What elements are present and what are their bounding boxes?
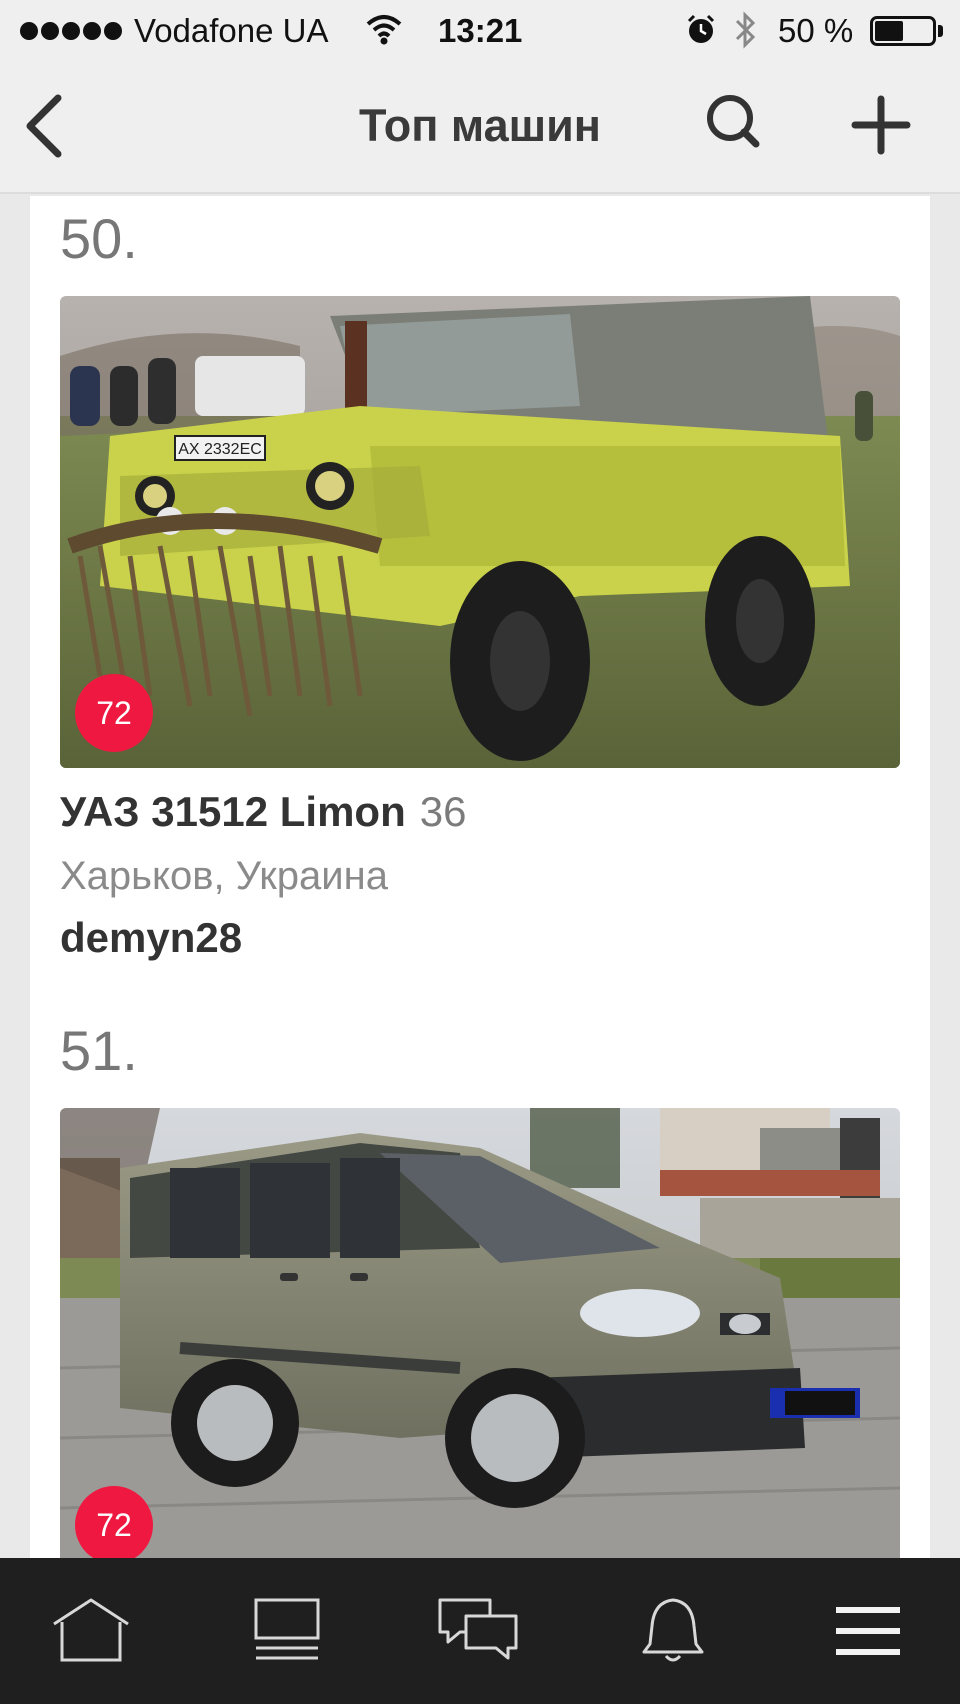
messages-icon[interactable] [436,1596,522,1666]
car-location: Харьков, Украина [60,854,388,898]
battery-percent: 50 % [778,12,854,49]
car-title-row[interactable]: УАЗ 31512 Limon 36 [60,788,466,836]
search-icon[interactable] [700,90,770,160]
car-name[interactable]: УАЗ 31512 Limon [60,788,406,835]
wifi-icon [366,12,402,54]
page-title: Топ машин [359,100,601,151]
rating-badge: 72 [75,1486,153,1558]
car-owner[interactable]: demyn28 [60,914,242,962]
feed-icon[interactable] [244,1596,330,1666]
signal-strength-icon [20,22,122,40]
clock: 13:21 [438,12,523,49]
tab-bar [0,1558,960,1704]
car-count: 36 [419,788,467,835]
car-photo[interactable]: AX 2332EC [60,296,900,768]
license-plate: AX 2332EC [178,441,262,458]
bluetooth-icon [733,10,759,58]
battery-tip [938,25,943,37]
menu-icon[interactable] [828,1596,914,1666]
plus-icon[interactable] [846,90,916,160]
car-rank: 50. [60,207,138,270]
car-photo[interactable] [60,1108,900,1558]
home-icon[interactable] [48,1596,134,1666]
carrier-name: Vodafone UA [134,12,329,49]
alarm-icon [686,14,716,54]
car-rank: 51. [60,1019,138,1082]
top-cars-feed[interactable]: 50. AX 2332EC 72 УАЗ 31512 Limon 36 Харь… [30,196,930,1558]
navigation-bar: Топ машин [0,60,960,194]
battery-icon [870,16,936,46]
notifications-icon[interactable] [630,1596,716,1666]
status-bar: Vodafone UA 13:21 50 % [0,0,960,60]
rating-badge: 72 [75,674,153,752]
